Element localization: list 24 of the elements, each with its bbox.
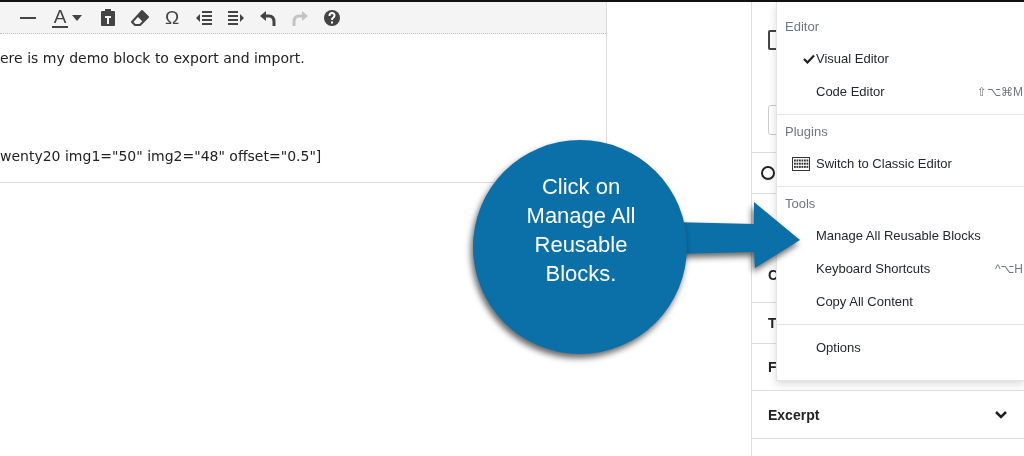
special-character-button[interactable]: Ω: [164, 7, 180, 28]
help-icon[interactable]: [323, 8, 341, 27]
panel-header[interactable]: Excerpt: [752, 391, 1024, 439]
menu-item[interactable]: Keyboard Shortcuts ^⌥H: [803, 252, 1024, 285]
circle-icon: [760, 165, 776, 181]
menu-item[interactable]: Options: [803, 331, 1024, 364]
undo-icon[interactable]: [259, 8, 277, 27]
menu-item[interactable]: Code Editor ⇧⌥⌘M: [803, 75, 1024, 108]
text-color-button[interactable]: A: [51, 7, 69, 28]
menu-group-title: Tools: [784, 195, 817, 213]
menu-group-title: Plugins: [784, 123, 829, 141]
keyboard-icon: [792, 156, 810, 171]
menu-item[interactable]: Manage All Reusable Blocks: [803, 219, 1024, 252]
paragraph-text: ere is my demo block to export and import.: [0, 50, 305, 66]
callout-text: Click on Manage All Reusable Blocks.: [525, 173, 637, 288]
menu-item[interactable]: Visual Editor: [803, 42, 1024, 75]
indent-icon[interactable]: [227, 8, 245, 27]
outdent-icon[interactable]: [195, 8, 213, 27]
menu-group-title: Editor: [784, 18, 820, 36]
menu-item[interactable]: Switch to Classic Editor: [792, 147, 1024, 180]
clipboard-icon[interactable]: [99, 8, 117, 27]
eraser-icon[interactable]: [131, 8, 149, 27]
menu-item[interactable]: Copy All Content: [803, 285, 1024, 318]
paragraph-text: wenty20 img1="50" img2="48" offset="0.5"]: [0, 148, 322, 164]
